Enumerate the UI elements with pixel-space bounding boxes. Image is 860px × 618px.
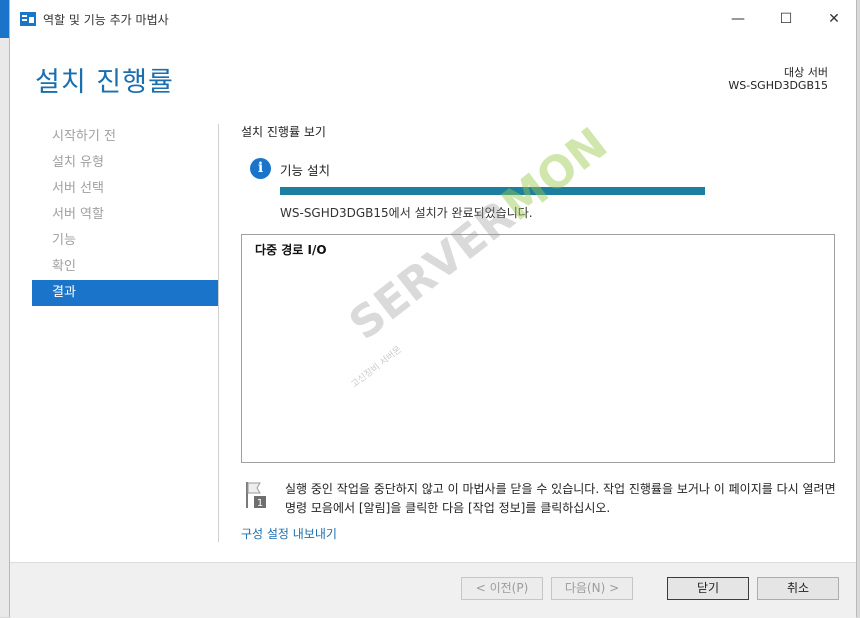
target-server-value: WS-SGHD3DGB15 <box>728 79 828 92</box>
nav-item-server-selection[interactable]: 서버 선택 <box>32 176 218 202</box>
close-window-button[interactable]: ✕ <box>811 0 857 38</box>
nav-item-features[interactable]: 기능 <box>32 228 218 254</box>
close-wizard-note: 실행 중인 작업을 중단하지 않고 이 마법사를 닫을 수 있습니다. 작업 진… <box>285 482 836 515</box>
close-button[interactable]: 닫기 <box>667 577 749 600</box>
server-manager-icon <box>20 12 36 26</box>
minimize-button[interactable]: — <box>715 0 761 38</box>
installation-progress-bar <box>280 187 705 195</box>
previous-button[interactable]: < 이전(P) <box>461 577 543 600</box>
maximize-button[interactable]: ☐ <box>763 0 809 38</box>
svg-text:1: 1 <box>257 498 263 509</box>
page-title: 설치 진행률 <box>35 67 174 98</box>
nav-item-server-roles[interactable]: 서버 역할 <box>32 202 218 228</box>
feature-installation-label: 기능 설치 <box>280 163 330 178</box>
nav-item-results[interactable]: 결과 <box>32 280 218 306</box>
window-title: 역할 및 기능 추가 마법사 <box>43 13 169 27</box>
nav-divider <box>218 124 219 542</box>
section-title: 설치 진행률 보기 <box>241 125 326 139</box>
wizard-footer: < 이전(P) 다음(N) > 닫기 취소 <box>10 562 856 618</box>
background-window-strip <box>0 0 9 617</box>
title-bar: 역할 및 기능 추가 마법사 — ☐ ✕ <box>10 0 856 38</box>
installation-status-text: WS-SGHD3DGB15에서 설치가 완료되었습니다. <box>280 206 533 220</box>
next-button[interactable]: 다음(N) > <box>551 577 633 600</box>
results-list[interactable]: 다중 경로 I/O <box>241 234 835 463</box>
flag-notification-icon: 1 <box>246 482 266 509</box>
info-icon: i <box>250 158 271 179</box>
wizard-nav: 시작하기 전 설치 유형 서버 선택 서버 역할 기능 확인 결과 <box>32 124 218 306</box>
nav-item-before-you-begin[interactable]: 시작하기 전 <box>32 124 218 150</box>
target-server-label: 대상 서버 <box>784 66 828 79</box>
export-configuration-link[interactable]: 구성 설정 내보내기 <box>241 525 337 542</box>
progress-fill <box>280 187 705 195</box>
result-item: 다중 경로 I/O <box>255 243 327 257</box>
nav-item-installation-type[interactable]: 설치 유형 <box>32 150 218 176</box>
cancel-button[interactable]: 취소 <box>757 577 839 600</box>
nav-item-confirmation[interactable]: 확인 <box>32 254 218 280</box>
wizard-window: 역할 및 기능 추가 마법사 — ☐ ✕ 설치 진행률 대상 서버 WS-SGH… <box>9 0 857 618</box>
